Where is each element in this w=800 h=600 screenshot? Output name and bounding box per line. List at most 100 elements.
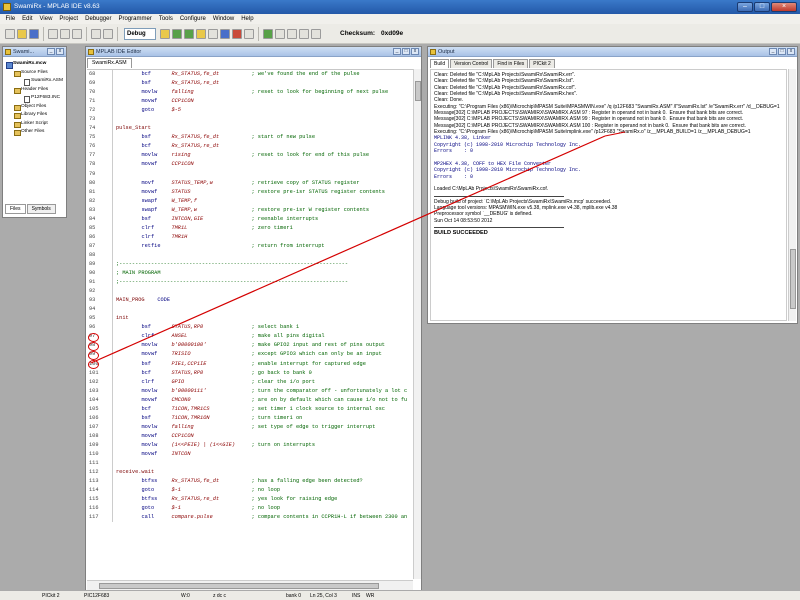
- code-line[interactable]: 113 btfss Rx_STATUS,fe_dt ; has a falling …: [87, 477, 413, 487]
- editor-maximize-button[interactable]: □: [402, 48, 410, 55]
- output-minimize-button[interactable]: _: [769, 48, 777, 55]
- project-wizard-icon[interactable]: [196, 28, 206, 39]
- tab-pickit2[interactable]: PICkit 2: [529, 59, 555, 68]
- code-line[interactable]: 100 bsf PIE1,CCP1IE; enable interrupt for…: [87, 359, 413, 369]
- project-tree-item[interactable]: Object Files: [5, 103, 64, 112]
- code-line[interactable]: 96 bsf STATUS,RP0 ; select bank 1: [87, 323, 413, 333]
- project-tree-item[interactable]: Library Files: [5, 111, 64, 120]
- code-line[interactable]: 69 bsf Rx_STATUS,re_dt: [87, 79, 413, 89]
- code-line[interactable]: 115 btfss Rx_STATUS,re_dt ; yes look for r…: [87, 495, 413, 505]
- code-line[interactable]: 88: [87, 250, 413, 260]
- project-icon[interactable]: [160, 28, 170, 39]
- find-icon[interactable]: [263, 28, 273, 39]
- editor-close-button[interactable]: x: [411, 48, 419, 55]
- new-file-icon[interactable]: [5, 28, 15, 39]
- code-line[interactable]: 87 retfie ; return from interrupt: [87, 241, 413, 251]
- code-line[interactable]: 73: [87, 115, 413, 125]
- code-line[interactable]: 91 ;-------------------------------------…: [87, 278, 413, 288]
- tab-find-in-files[interactable]: Find in Files: [493, 59, 529, 68]
- project-tree-item[interactable]: Source Files: [5, 69, 64, 78]
- editor-file-tab[interactable]: SwamiRx.ASM: [87, 58, 132, 68]
- code-line[interactable]: 102 clrf GPIO ; clear the i/o port: [87, 377, 413, 387]
- code-area[interactable]: 68 bcf Rx_STATUS,fe_dt ; we've found the e…: [87, 69, 413, 579]
- menu-configure[interactable]: Configure: [176, 14, 209, 24]
- tab-build[interactable]: Build: [430, 59, 450, 68]
- menu-project[interactable]: Project: [56, 14, 82, 24]
- paste-icon[interactable]: [72, 28, 82, 39]
- output-close-button[interactable]: x: [787, 48, 795, 55]
- code-line[interactable]: 98 movlw b'00000100'; make GPIO2 input an…: [87, 341, 413, 351]
- menu-programmer[interactable]: Programmer: [115, 14, 155, 24]
- code-line[interactable]: 90; MAIN PROGRAM: [87, 269, 413, 279]
- next-bookmark-icon[interactable]: [311, 28, 321, 39]
- code-line[interactable]: 107 movlw falling ; set type of edge to tr…: [87, 422, 413, 432]
- code-line[interactable]: 86 clrf TMR1H: [87, 232, 413, 242]
- code-line[interactable]: 106 bsf T1CON,TMR1ON ; turn timer1 on: [87, 413, 413, 423]
- project-panel-close-button[interactable]: x: [56, 48, 64, 55]
- code-line[interactable]: 99 movwf TRISIO; except GPIO3 which can o…: [87, 350, 413, 360]
- code-line[interactable]: 81 movwf STATUS ; restore pre-isr STATUS r…: [87, 187, 413, 197]
- editor-minimize-button[interactable]: _: [393, 48, 401, 55]
- code-line[interactable]: 97 clrf ANSEL; make all pins digital: [87, 332, 413, 342]
- tab-symbols[interactable]: Symbols: [26, 204, 56, 214]
- code-line[interactable]: 76 bcf Rx_STATUS,re_dt: [87, 142, 413, 152]
- menu-debugger[interactable]: Debugger: [82, 14, 115, 24]
- code-line[interactable]: 70 movlw falling ; reset to look for begin…: [87, 88, 413, 98]
- save-icon[interactable]: [29, 28, 39, 39]
- menu-tools[interactable]: Tools: [155, 14, 176, 24]
- menu-help[interactable]: Help: [238, 14, 257, 24]
- editor-vscroll-thumb[interactable]: [415, 81, 421, 101]
- code-line[interactable]: 74 pulse_Start: [87, 124, 413, 134]
- output-vscroll-thumb[interactable]: [790, 249, 796, 309]
- cut-icon[interactable]: [48, 28, 58, 39]
- code-line[interactable]: 114 goto $-1 ; no loop: [87, 486, 413, 496]
- output-vertical-scrollbar[interactable]: [788, 69, 796, 321]
- make-icon[interactable]: [172, 28, 182, 39]
- code-line[interactable]: 79: [87, 169, 413, 179]
- code-line[interactable]: 108 movwf CCP1CON: [87, 431, 413, 441]
- tab-version-control[interactable]: Version Control: [450, 59, 493, 68]
- project-tree-item[interactable]: P12F683.INC: [5, 94, 64, 103]
- code-line[interactable]: 104 movwf CMCON0 ; are on by default which…: [87, 395, 413, 405]
- code-line[interactable]: 83 swapf W_TEMP,w ; restore pre-isr W regi…: [87, 205, 413, 215]
- code-line[interactable]: 72 goto $-5: [87, 106, 413, 116]
- menu-file[interactable]: File: [2, 14, 19, 24]
- info-icon[interactable]: [220, 28, 230, 39]
- copy-icon[interactable]: [60, 28, 70, 39]
- project-panel-minimize-button[interactable]: _: [47, 48, 55, 55]
- code-line[interactable]: 85 clrf TMR1L ; zero timer1: [87, 223, 413, 233]
- project-tree-item[interactable]: Linker Script: [5, 120, 64, 129]
- close-button[interactable]: ×: [771, 2, 797, 12]
- code-line[interactable]: 71 movwf CCP1CON: [87, 97, 413, 107]
- bookmark-icon[interactable]: [275, 28, 285, 39]
- code-line[interactable]: 84 bsf INTCON,GIE ; reenable interrupts: [87, 214, 413, 224]
- menu-window[interactable]: Window: [209, 14, 237, 24]
- editor-vertical-scrollbar[interactable]: [413, 69, 421, 579]
- code-line[interactable]: 68 bcf Rx_STATUS,fe_dt ; we've found the e…: [87, 70, 413, 80]
- code-line[interactable]: 78 movwf CCP1CON: [87, 160, 413, 170]
- menu-view[interactable]: View: [36, 14, 56, 24]
- code-line[interactable]: 82 swapf W_TEMP,f: [87, 196, 413, 206]
- code-line[interactable]: 101 bcf STATUS,RP0 ; go back to bank 0: [87, 368, 413, 378]
- project-tree-item[interactable]: SwamiRx.mcw: [5, 60, 64, 69]
- minimize-button[interactable]: –: [737, 2, 753, 12]
- code-line[interactable]: 92: [87, 287, 413, 297]
- code-line[interactable]: 89 ;-------------------------------------…: [87, 259, 413, 270]
- view-icon[interactable]: [208, 28, 218, 39]
- code-line[interactable]: 112 receive.wait: [87, 468, 413, 478]
- stop-icon[interactable]: [232, 28, 242, 39]
- toggle-bookmark-icon[interactable]: [287, 28, 297, 39]
- code-line[interactable]: 117 call compare.pulse ; compare contents …: [87, 513, 413, 523]
- maximize-button[interactable]: □: [754, 2, 770, 12]
- editor-hscroll-thumb[interactable]: [99, 583, 379, 589]
- code-line[interactable]: 95 init: [87, 314, 413, 324]
- checksum-icon[interactable]: [244, 28, 254, 39]
- output-maximize-button[interactable]: □: [778, 48, 786, 55]
- project-tree-item[interactable]: SwamiRx.ASM: [5, 77, 64, 86]
- code-line[interactable]: 109 movlw (1<<PEIE) | (1<<GIE) ; turn on i…: [87, 440, 413, 450]
- menu-edit[interactable]: Edit: [19, 14, 36, 24]
- code-line[interactable]: 105 bcf T1CON,TMR1CS ; set timer 1 clock s…: [87, 404, 413, 414]
- code-line[interactable]: 80 movf STATUS_TEMP,w ; retrieve copy of S…: [87, 178, 413, 188]
- build-all-icon[interactable]: [184, 28, 194, 39]
- code-line[interactable]: 77 movlw rising ; reset to look for end of…: [87, 151, 413, 161]
